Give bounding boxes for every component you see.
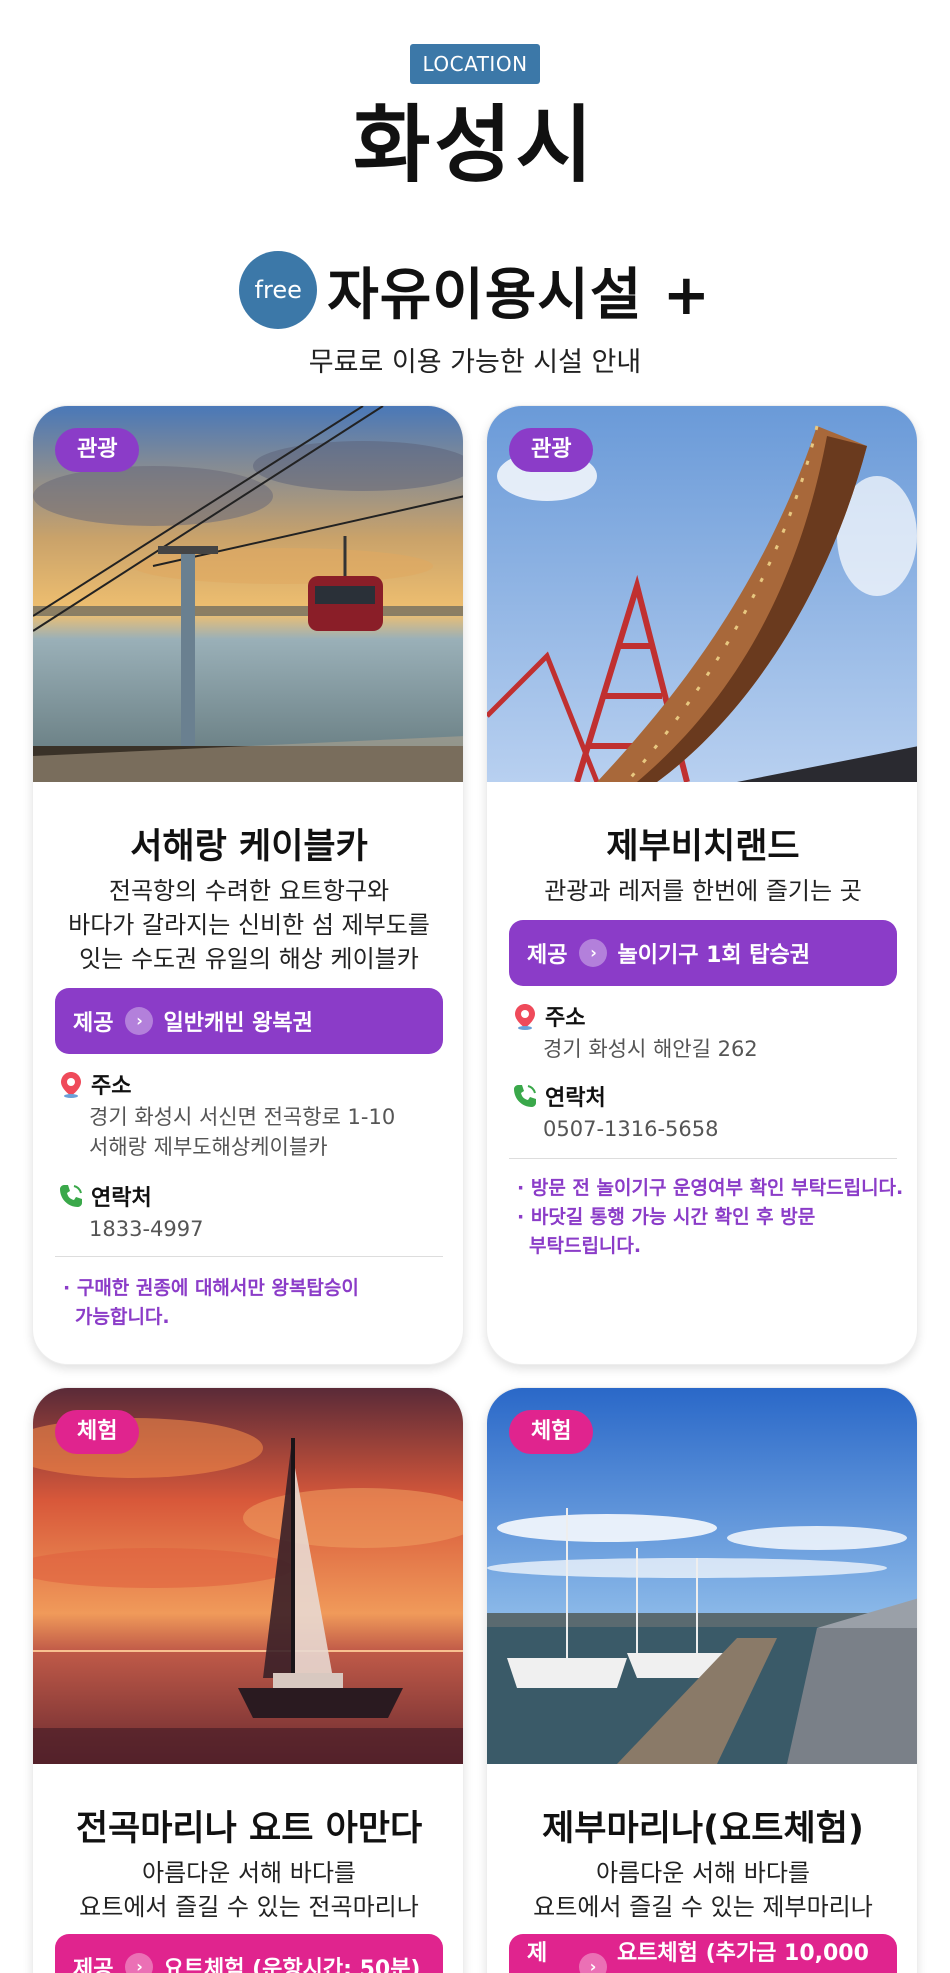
divider xyxy=(509,1158,897,1159)
provide-bar[interactable]: 제공 › 놀이기구 1회 탑승권 xyxy=(509,920,897,986)
address-value: 경기 화성시 서신면 전곡항로 1-10 서해랑 제부도해상케이블카 xyxy=(89,1105,396,1159)
category-badge: 관광 xyxy=(509,428,594,472)
facility-card-jebu-marina[interactable]: 체험 제부마리나(요트체험) 아름다운 서해 바다를 요트에서 즐길 수 있는 … xyxy=(486,1387,918,1973)
section-title: 자유이용시설 + xyxy=(327,262,711,328)
phone-icon xyxy=(514,1085,536,1107)
contact-value[interactable]: 1833-4997 xyxy=(89,1214,203,1244)
location-pin-icon xyxy=(61,1072,81,1098)
category-badge: 체험 xyxy=(55,1410,140,1454)
card-title: 전곡마리나 요트 아만다 xyxy=(75,1809,423,1849)
facility-card-cablecar[interactable]: 관광 서해랑 케이블카 전곡항의 수려한 요트항구와 바다가 갈라지는 신비한 … xyxy=(32,405,464,1365)
chevron-right-icon: › xyxy=(125,1953,154,1973)
provide-bar[interactable]: 제공 › 요트체험 (운항시간: 50분) xyxy=(55,1934,443,1973)
address-label: 주소 xyxy=(511,1000,585,1032)
section-subtitle: 무료로 이용 가능한 시설 안내 xyxy=(308,347,642,378)
chevron-right-icon: › xyxy=(579,1953,607,1973)
free-facility-heading: free 자유이용시설 + xyxy=(0,245,950,335)
card-note: · 방문 전 놀이기구 운영여부 확인 부탁드립니다. · 바닷길 통행 가능 … xyxy=(517,1177,904,1257)
free-icon: free xyxy=(239,251,318,329)
location-badge: LOCATION xyxy=(410,44,540,84)
chevron-right-icon: › xyxy=(125,1007,154,1035)
card-description: 아름다운 서해 바다를 요트에서 즐길 수 있는 제부마리나 xyxy=(533,1859,873,1921)
address-value: 경기 화성시 해안길 262 xyxy=(543,1037,758,1061)
divider xyxy=(55,1256,443,1257)
chevron-right-icon: › xyxy=(579,939,608,967)
contact-label: 연락처 xyxy=(57,1180,152,1212)
provide-bar[interactable]: 제공 › 일반캐빈 왕복권 xyxy=(55,988,443,1054)
card-description: 관광과 레저를 한번에 즐기는 곳 xyxy=(544,877,862,905)
location-pin-icon xyxy=(515,1004,535,1030)
card-description: 아름다운 서해 바다를 요트에서 즐길 수 있는 전곡마리나 xyxy=(79,1859,419,1921)
contact-value[interactable]: 0507-1316-5658 xyxy=(543,1114,719,1144)
card-description: 전곡항의 수려한 요트항구와 바다가 갈라지는 신비한 섬 제부도를 잇는 수도… xyxy=(68,877,430,973)
page-title: 화성시 xyxy=(353,96,597,194)
page-header: LOCATION 화성시 free 자유이용시설 + 무료로 이용 가능한 시설… xyxy=(0,0,950,400)
facility-card-amanda-yacht[interactable]: 체험 전곡마리나 요트 아만다 아름다운 서해 바다를 요트에서 즐길 수 있는… xyxy=(32,1387,464,1973)
card-title: 서해랑 케이블카 xyxy=(130,827,368,867)
facility-card-beachland[interactable]: 관광 제부비치랜드 관광과 레저를 한번에 즐기는 곳 제공 › 놀이기구 1회… xyxy=(486,405,918,1365)
card-title: 제부마리나(요트체험) xyxy=(542,1809,864,1849)
card-title: 제부비치랜드 xyxy=(606,827,800,867)
phone-icon xyxy=(60,1185,82,1207)
card-note: · 구매한 권종에 대해서만 왕복탑승이 가능합니다. xyxy=(63,1277,359,1328)
contact-label: 연락처 xyxy=(511,1080,606,1112)
category-badge: 체험 xyxy=(509,1410,594,1454)
provide-bar[interactable]: 제공 › 요트체험 (추가금 10,000원) xyxy=(509,1934,897,1973)
category-badge: 관광 xyxy=(55,428,140,472)
address-label: 주소 xyxy=(57,1068,131,1100)
